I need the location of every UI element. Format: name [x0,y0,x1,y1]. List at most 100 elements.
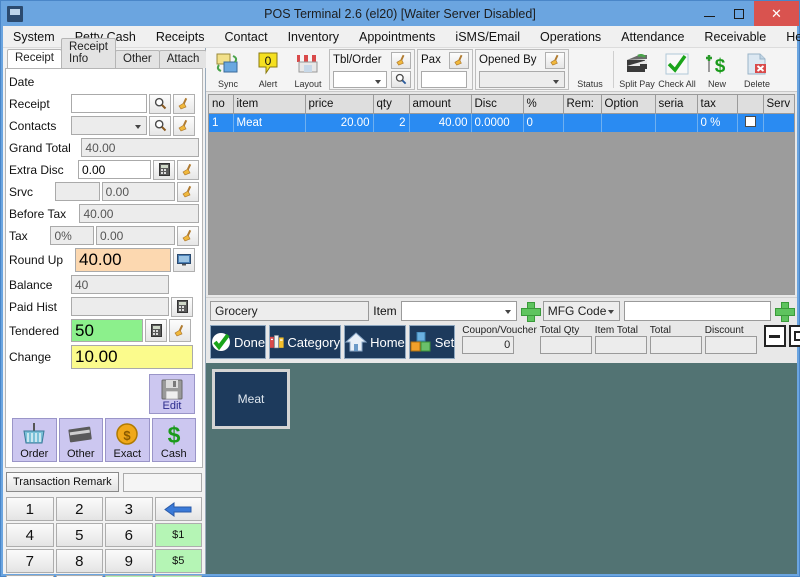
numpad-key-2[interactable]: 2 [55,497,103,521]
numpad-key-6[interactable]: 6 [105,523,153,547]
cell-tax[interactable]: 0 % [697,113,738,132]
order-button[interactable]: Order [12,418,57,462]
menu-item-receivable[interactable]: Receivable [694,28,776,46]
column-header-amount[interactable]: amount [409,95,472,114]
transaction-remark-button[interactable]: Transaction Remark [6,472,119,492]
code-type-dropdown[interactable]: MFG Code [542,301,620,321]
minimize-button[interactable] [694,1,724,26]
cell-qty[interactable]: 2 [373,113,410,132]
cell-item[interactable]: Meat [233,113,306,132]
column-header-price[interactable]: price [305,95,374,114]
set-button[interactable]: Set [408,325,456,359]
extra-disc-input[interactable]: 0.00 [77,160,151,179]
numpad-key-7[interactable]: 7 [6,549,54,573]
column-header-item[interactable]: item [233,95,306,114]
contacts-search-button[interactable] [149,115,171,136]
maximize-button[interactable] [724,1,754,26]
extra-disc-clear-button[interactable] [177,159,199,180]
cell-option[interactable] [601,113,656,132]
column-header-serial[interactable]: seria [655,95,698,114]
receipt-search-button[interactable] [149,93,171,114]
column-header-qty[interactable]: qty [373,95,410,114]
numpad-key-1[interactable]: 1 [6,497,54,521]
item-dropdown[interactable] [400,301,517,321]
sync-button[interactable]: Sync [208,49,248,90]
tbl-order-search-button[interactable] [391,70,411,88]
add-item-button[interactable] [520,302,541,322]
cell-rem[interactable] [563,113,602,132]
delete-button[interactable]: Delete [737,49,777,90]
split-pay-button[interactable]: Split Pay [617,49,657,90]
round-up-value[interactable]: 40.00 [75,248,171,272]
new-button[interactable]: $ New [697,49,737,90]
check-all-button[interactable]: Check All [657,49,697,90]
menu-item-attendance[interactable]: Attendance [611,28,694,46]
home-button[interactable]: Home [344,325,406,359]
column-header-pct[interactable]: % [523,95,564,114]
numpad-key-1[interactable]: $1 [154,523,202,547]
cell-no[interactable]: 1 [209,113,234,132]
layout-button[interactable]: Layout [288,49,328,90]
pax-input[interactable] [421,70,467,88]
alert-button[interactable]: 0 Alert [248,49,288,90]
menu-item-operations[interactable]: Operations [530,28,611,46]
tab-other[interactable]: Other [115,50,160,68]
row-checkbox[interactable] [744,115,756,127]
numpad-backspace-key[interactable] [154,497,202,521]
cell-serial[interactable] [655,113,698,132]
contacts-clear-button[interactable] [173,115,195,136]
cell-serv[interactable] [763,113,794,132]
extra-disc-calculator-button[interactable] [153,159,175,180]
transaction-remark-input[interactable] [122,472,202,492]
status-button[interactable]: Status [570,49,610,90]
tab-receipt[interactable]: Receipt [7,49,62,68]
opened-by-clear-button[interactable] [545,51,565,69]
add-code-button[interactable] [775,302,795,322]
paid-hist-calculator-button[interactable] [171,296,193,317]
cash-button[interactable]: $ Cash [151,418,196,462]
tax-clear-button[interactable] [177,225,199,246]
tendered-calculator-button[interactable] [145,319,167,342]
edit-button[interactable]: Edit [149,374,195,414]
numpad-key-8[interactable]: 8 [55,549,103,573]
column-header-tax[interactable]: tax [697,95,738,114]
numpad-key-5[interactable]: $5 [154,549,202,573]
column-header-disc[interactable]: Disc [471,95,524,114]
numpad-key-9[interactable]: 9 [105,549,153,573]
other-button[interactable]: Other [58,418,103,462]
cell-amount[interactable]: 40.00 [409,113,472,132]
column-header-serv[interactable]: Serv [763,95,794,114]
done-button[interactable]: Done [210,325,267,359]
maximize-panel-button[interactable] [788,325,800,347]
menu-item-receipts[interactable]: Receipts [146,28,215,46]
menu-item-appointments[interactable]: Appointments [349,28,445,46]
numpad-key-3[interactable]: 3 [105,497,153,521]
table-empty-area[interactable] [209,131,794,294]
column-header-option[interactable]: Option [601,95,656,114]
menu-item-contact[interactable]: Contact [214,28,277,46]
numpad-key-5[interactable]: 5 [55,523,103,547]
srvc-clear-button[interactable] [176,181,199,202]
pax-clear-button[interactable] [449,51,469,69]
round-up-display-button[interactable] [173,248,195,272]
restore-down-button[interactable] [763,325,786,347]
cell-disc[interactable]: 0.0000 [471,113,524,132]
table-row[interactable]: 1Meat20.00240.000.000000 %unit [209,113,794,132]
tab-attach[interactable]: Attach [158,50,208,68]
tbl-order-clear-button[interactable] [391,51,411,69]
menu-item-inventory[interactable]: Inventory [278,28,349,46]
tbl-order-dropdown[interactable] [333,70,387,88]
tendered-input[interactable]: 50 [71,319,143,342]
column-header-chk[interactable] [737,95,764,114]
tab-receipt-info[interactable]: Receipt Info [61,38,116,68]
contacts-dropdown[interactable] [71,116,147,135]
tendered-clear-button[interactable] [169,319,191,342]
numpad-key-4[interactable]: 4 [6,523,54,547]
column-header-rem[interactable]: Rem: [563,95,602,114]
menu-item-help[interactable]: Help [776,28,800,46]
receipt-clear-button[interactable] [173,93,195,114]
menu-item-system[interactable]: System [3,28,65,46]
cell-chk[interactable] [737,113,764,132]
cell-price[interactable]: 20.00 [305,113,374,132]
category-field[interactable]: Grocery [210,301,370,321]
